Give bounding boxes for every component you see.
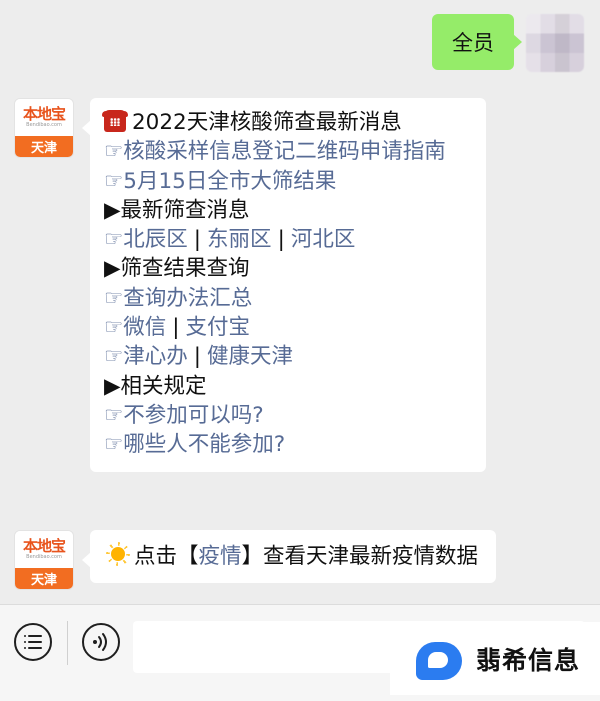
sender-avatar[interactable]: 本地宝 Bendibao.com 天津 — [14, 530, 74, 590]
district-link-hebei[interactable]: 河北区 — [291, 227, 356, 252]
hand-pointer-icon: ☞ — [104, 168, 124, 194]
telephone-icon — [102, 110, 128, 132]
query-app-links-line: ☞津心办 | 健康天津 — [104, 342, 472, 371]
message-bubble: 2022天津核酸筛查最新消息 ☞核酸采样信息登记二维码申请指南 ☞5月15日全市… — [82, 98, 486, 472]
watermark: 翡希信息 — [390, 622, 600, 695]
separator: | — [193, 227, 202, 253]
triangle-icon: ▶ — [104, 373, 121, 399]
divider — [67, 621, 68, 665]
outgoing-message-bubble[interactable]: 全员 — [432, 14, 522, 70]
triangle-icon: ▶ — [104, 197, 121, 223]
separator: | — [172, 315, 180, 341]
sender-logo-url: Bendibao.com — [26, 122, 62, 128]
link-line: ☞核酸采样信息登记二维码申请指南 — [104, 137, 472, 166]
hand-pointer-icon: ☞ — [104, 432, 124, 458]
sender-logo: 本地宝 Bendibao.com — [15, 99, 73, 136]
link-line: ☞不参加可以吗? — [104, 401, 472, 430]
sender-logo-name: 本地宝 — [22, 105, 66, 123]
district-link-dongli[interactable]: 东丽区 — [207, 227, 272, 252]
link-line: ☞哪些人不能参加? — [104, 430, 472, 459]
section-heading: 最新筛查消息 — [120, 197, 250, 223]
incoming-message-row: 本地宝 Bendibao.com 天津 2022天津核酸筛查最新消息 ☞核酸采样… — [14, 98, 486, 472]
query-app-links-line: ☞微信 | 支付宝 — [104, 313, 472, 342]
section-line: ▶筛查结果查询 — [104, 254, 472, 283]
sender-logo-city: 天津 — [15, 136, 73, 157]
section-line: ▶相关规定 — [104, 372, 472, 401]
watermark-logo-icon — [416, 636, 466, 682]
outgoing-message-row: 全员 — [432, 14, 584, 72]
faq-link-exempt[interactable]: 哪些人不能参加? — [123, 432, 285, 457]
qrcode-guide-link[interactable]: 核酸采样信息登记二维码申请指南 — [123, 139, 446, 164]
sender-logo-url: Bendibao.com — [26, 554, 62, 560]
district-link-beichen[interactable]: 北辰区 — [123, 227, 188, 252]
separator: | — [193, 344, 202, 370]
section-line: ▶最新筛查消息 — [104, 196, 472, 225]
watermark-text: 翡希信息 — [476, 645, 581, 675]
jinxinban-link[interactable]: 津心办 — [123, 344, 188, 369]
self-avatar[interactable] — [526, 14, 584, 72]
voice-icon[interactable] — [82, 623, 120, 661]
wechat-link[interactable]: 微信 — [123, 315, 166, 340]
health-tianjin-link[interactable]: 健康天津 — [207, 344, 293, 369]
sender-logo: 本地宝 Bendibao.com — [15, 531, 73, 568]
district-links-line: ☞北辰区 | 东丽区 | 河北区 — [104, 225, 472, 254]
faq-link-optional[interactable]: 不参加可以吗? — [123, 403, 263, 428]
hand-pointer-icon: ☞ — [104, 344, 124, 370]
incoming-message-row: 本地宝 Bendibao.com 天津 点击【疫情】查看天津最新疫情数据 — [14, 530, 496, 590]
hand-pointer-icon: ☞ — [104, 402, 124, 428]
hand-pointer-icon: ☞ — [104, 315, 124, 341]
message-bubble: 点击【疫情】查看天津最新疫情数据 — [82, 530, 496, 584]
message-text-before: 点击【 — [134, 544, 199, 569]
query-methods-link[interactable]: 查询办法汇总 — [123, 286, 252, 311]
separator: | — [277, 227, 285, 253]
epidemic-link[interactable]: 疫情 — [199, 544, 242, 569]
sender-avatar[interactable]: 本地宝 Bendibao.com 天津 — [14, 98, 74, 158]
sun-icon — [104, 540, 132, 568]
message-text-after: 】查看天津最新疫情数据 — [241, 544, 479, 569]
message-title-line: 2022天津核酸筛查最新消息 — [102, 108, 472, 137]
link-line: ☞5月15日全市大筛结果 — [104, 167, 472, 196]
sender-logo-city: 天津 — [15, 568, 73, 589]
section-heading: 相关规定 — [120, 373, 207, 399]
link-line: ☞查询办法汇总 — [104, 284, 472, 313]
sender-logo-name: 本地宝 — [22, 537, 66, 555]
alipay-link[interactable]: 支付宝 — [186, 315, 251, 340]
hand-pointer-icon: ☞ — [104, 139, 124, 165]
screening-result-link[interactable]: 5月15日全市大筛结果 — [123, 169, 336, 194]
hand-pointer-icon: ☞ — [104, 285, 124, 311]
triangle-icon: ▶ — [104, 256, 121, 282]
outgoing-message-text: 全员 — [452, 31, 494, 55]
menu-icon[interactable] — [14, 623, 52, 661]
hand-pointer-icon: ☞ — [104, 227, 124, 253]
message-title: 2022天津核酸筛查最新消息 — [132, 110, 402, 135]
section-heading: 筛查结果查询 — [120, 256, 250, 282]
